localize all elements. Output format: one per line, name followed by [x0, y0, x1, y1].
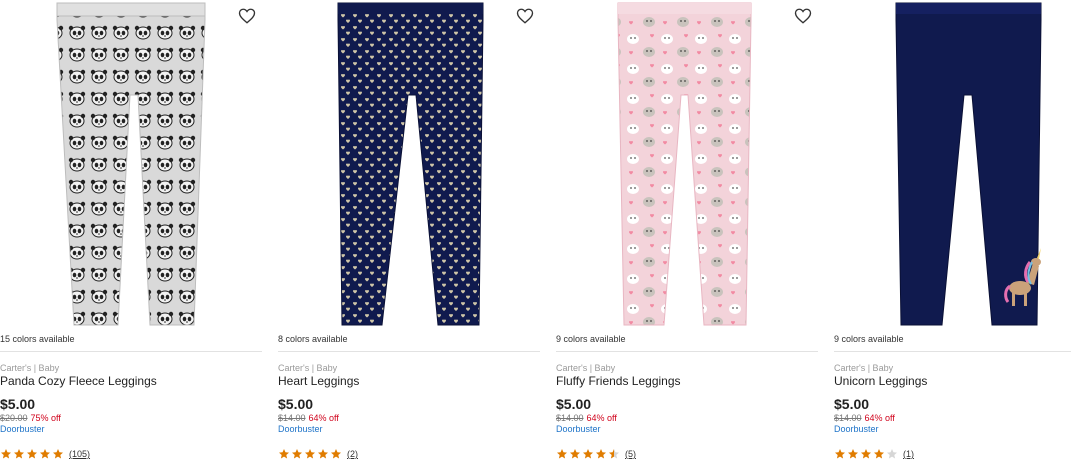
rating[interactable]: (105) [0, 447, 90, 461]
rating[interactable]: (2) [278, 447, 358, 461]
colors-available: 15 colors available [0, 334, 75, 344]
review-count[interactable]: (105) [69, 449, 90, 459]
star-icon [557, 449, 567, 459]
star-rating [556, 448, 621, 460]
star-icon [583, 449, 593, 459]
original-price: $14.00 [834, 413, 862, 423]
sale-price: $5.00 [556, 396, 592, 412]
divider [0, 351, 262, 352]
star-icon [596, 449, 606, 459]
price-comparison: $20.00 75% off [0, 413, 61, 423]
sale-price: $5.00 [834, 396, 870, 412]
rating[interactable]: (5) [556, 447, 636, 461]
star-icon [1, 449, 11, 459]
product-card[interactable]: 8 colors available Carter's | Baby Heart… [278, 0, 540, 466]
wishlist-heart-icon[interactable] [238, 7, 256, 25]
star-icon [570, 449, 580, 459]
product-brand[interactable]: Carter's | Baby [834, 363, 893, 373]
divider [834, 351, 1071, 352]
colors-available: 8 colors available [278, 334, 348, 344]
promo-link[interactable]: Doorbuster [834, 424, 879, 434]
product-brand[interactable]: Carter's | Baby [0, 363, 59, 373]
panda-leggings-image [56, 2, 206, 326]
sale-price: $5.00 [0, 396, 36, 412]
product-image[interactable] [556, 0, 818, 328]
wishlist-heart-icon[interactable] [794, 7, 812, 25]
star-icon [53, 449, 63, 459]
star-icon [835, 449, 845, 459]
star-icon [887, 449, 897, 459]
product-card[interactable]: 15 colors available Carter's | Baby Pand… [0, 0, 262, 466]
rating[interactable]: (1) [834, 447, 914, 461]
star-icon [874, 449, 884, 459]
star-icon [861, 449, 871, 459]
star-rating [834, 448, 899, 460]
product-name[interactable]: Heart Leggings [278, 374, 359, 388]
wishlist-heart-icon[interactable] [516, 7, 534, 25]
star-rating [0, 448, 65, 460]
promo-link[interactable]: Doorbuster [556, 424, 601, 434]
price-comparison: $14.00 64% off [834, 413, 895, 423]
original-price: $14.00 [556, 413, 584, 423]
product-brand[interactable]: Carter's | Baby [278, 363, 337, 373]
star-icon [318, 449, 328, 459]
original-price: $14.00 [278, 413, 306, 423]
product-image[interactable] [278, 0, 540, 328]
star-icon [609, 449, 619, 459]
product-image[interactable] [0, 0, 262, 328]
star-icon [848, 449, 858, 459]
promo-link[interactable]: Doorbuster [0, 424, 45, 434]
product-name[interactable]: Fluffy Friends Leggings [556, 374, 681, 388]
star-icon [279, 449, 289, 459]
review-count[interactable]: (2) [347, 449, 358, 459]
original-price: $20.00 [0, 413, 28, 423]
star-icon [305, 449, 315, 459]
price-comparison: $14.00 64% off [278, 413, 339, 423]
price-comparison: $14.00 64% off [556, 413, 617, 423]
product-image[interactable] [834, 0, 1071, 328]
star-rating [278, 448, 343, 460]
product-name[interactable]: Unicorn Leggings [834, 374, 927, 388]
product-card[interactable]: 9 colors available Carter's | Baby Fluff… [556, 0, 818, 466]
divider [278, 351, 540, 352]
product-name[interactable]: Panda Cozy Fleece Leggings [0, 374, 157, 388]
product-brand[interactable]: Carter's | Baby [556, 363, 615, 373]
review-count[interactable]: (1) [903, 449, 914, 459]
sale-price: $5.00 [278, 396, 314, 412]
product-card[interactable]: 9 colors available Carter's | Baby Unico… [834, 0, 1071, 466]
star-icon [40, 449, 50, 459]
fluffy-friends-leggings-image [617, 2, 752, 326]
star-icon [14, 449, 24, 459]
discount-badge: 64% off [586, 413, 617, 423]
discount-badge: 64% off [864, 413, 895, 423]
star-icon [292, 449, 302, 459]
review-count[interactable]: (5) [625, 449, 636, 459]
discount-badge: 64% off [308, 413, 339, 423]
colors-available: 9 colors available [834, 334, 904, 344]
star-icon [331, 449, 341, 459]
colors-available: 9 colors available [556, 334, 626, 344]
promo-link[interactable]: Doorbuster [278, 424, 323, 434]
heart-leggings-image [337, 2, 484, 326]
divider [556, 351, 818, 352]
star-icon [27, 449, 37, 459]
discount-badge: 75% off [30, 413, 61, 423]
unicorn-leggings-image [895, 2, 1042, 326]
